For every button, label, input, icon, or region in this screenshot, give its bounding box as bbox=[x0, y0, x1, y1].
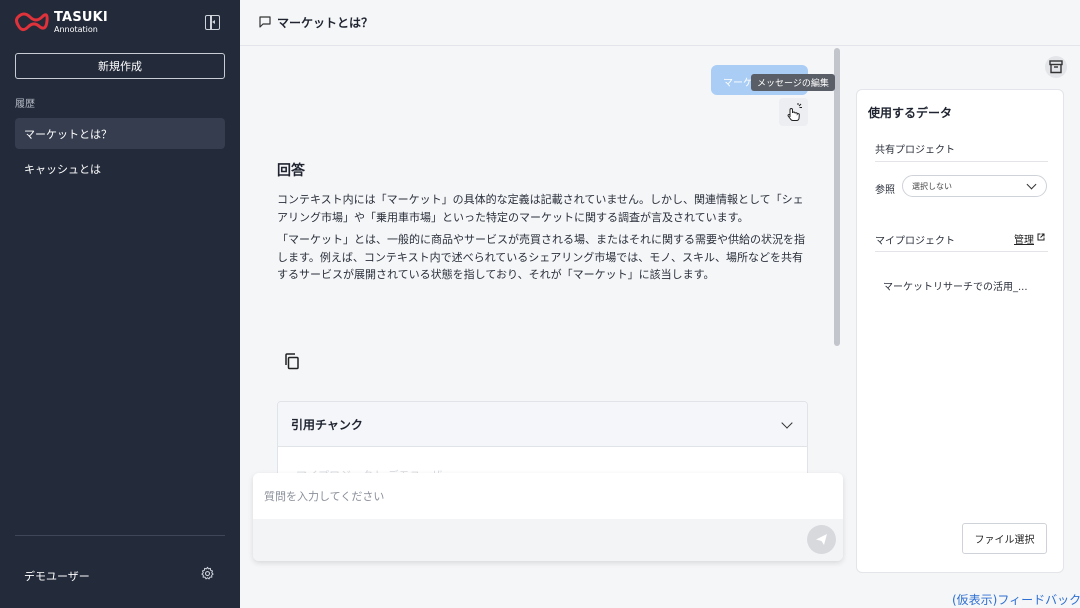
composer-toolbar bbox=[253, 519, 843, 561]
manage-link[interactable]: 管理 bbox=[1014, 231, 1034, 246]
tasuki-logo-icon bbox=[15, 12, 49, 32]
panel-divider bbox=[875, 251, 1048, 252]
citation-toggle[interactable]: 引用チャンク bbox=[278, 402, 807, 447]
user-name: デモユーザー bbox=[24, 570, 90, 583]
history-item-market[interactable]: マーケットとは？ bbox=[15, 118, 225, 149]
edit-message-button[interactable] bbox=[779, 98, 808, 126]
gear-icon[interactable] bbox=[200, 566, 215, 581]
external-link-icon bbox=[1037, 233, 1045, 241]
my-project-label: マイプロジェクト bbox=[875, 236, 955, 247]
archive-button[interactable] bbox=[1045, 56, 1067, 78]
reference-select-value: 選択しない bbox=[912, 182, 952, 191]
copy-icon[interactable] bbox=[284, 353, 300, 370]
file-select-button[interactable]: ファイル選択 bbox=[962, 523, 1047, 554]
chat-scrollbar[interactable] bbox=[834, 48, 840, 346]
new-chat-button[interactable]: 新規作成 bbox=[15, 53, 225, 79]
chat-bubble-icon bbox=[259, 16, 271, 28]
reference-label: 参照 bbox=[875, 185, 895, 196]
chevron-down-icon bbox=[1026, 179, 1037, 190]
answer-paragraph: 「マーケット」とは、一般的に商品やサービスが売買される場、またはそれに関する需要… bbox=[277, 233, 805, 281]
question-composer bbox=[253, 473, 843, 561]
sidebar-collapse-icon[interactable] bbox=[205, 15, 220, 30]
chat-header: マーケットとは？ bbox=[240, 0, 1080, 46]
answer-heading: 回答 bbox=[277, 163, 305, 179]
chevron-down-icon bbox=[781, 417, 793, 429]
history-label: 履歴 bbox=[15, 99, 35, 110]
panel-divider bbox=[875, 161, 1048, 162]
answer-paragraph: コンテキスト内には「マーケット」の具体的な定義は記載されていません。しかし、関連… bbox=[277, 193, 804, 224]
sidebar: TASUKI Annotation 新規作成 履歴 マーケットとは？ キャッシュ… bbox=[0, 0, 240, 608]
citation-title: 引用チャンク bbox=[291, 417, 363, 432]
history-item-cache[interactable]: キャッシュとは bbox=[15, 153, 225, 184]
brand-title: TASUKI bbox=[54, 9, 108, 25]
data-panel: 使用するデータ 共有プロジェクト 参照 選択しない マイプロジェクト 管理 マー… bbox=[856, 89, 1064, 573]
question-input[interactable] bbox=[253, 473, 843, 519]
send-button[interactable] bbox=[807, 525, 836, 554]
page-title: マーケットとは？ bbox=[277, 16, 374, 30]
logo[interactable]: TASUKI Annotation bbox=[14, 9, 108, 35]
history-item-label: キャッシュとは bbox=[24, 162, 101, 176]
brand-subtitle: Annotation bbox=[54, 24, 98, 34]
sidebar-divider bbox=[15, 535, 225, 536]
panel-title: 使用するデータ bbox=[868, 106, 953, 120]
feedback-link[interactable]: (仮表示)フィードバック bbox=[952, 591, 1080, 608]
answer-body: コンテキスト内には「マーケット」の具体的な定義は記載されていません。しかし、関連… bbox=[277, 191, 805, 289]
shared-project-label: 共有プロジェクト bbox=[875, 145, 955, 156]
history-item-label: マーケットとは？ bbox=[24, 127, 112, 141]
hand-pointer-icon bbox=[787, 103, 802, 121]
reference-select[interactable]: 選択しない bbox=[902, 175, 1047, 197]
send-icon bbox=[816, 534, 827, 545]
archive-icon bbox=[1049, 60, 1063, 74]
edit-tooltip: メッセージの編集 bbox=[751, 74, 835, 91]
project-item[interactable]: マーケットリサーチでの活用_... bbox=[883, 278, 1043, 293]
